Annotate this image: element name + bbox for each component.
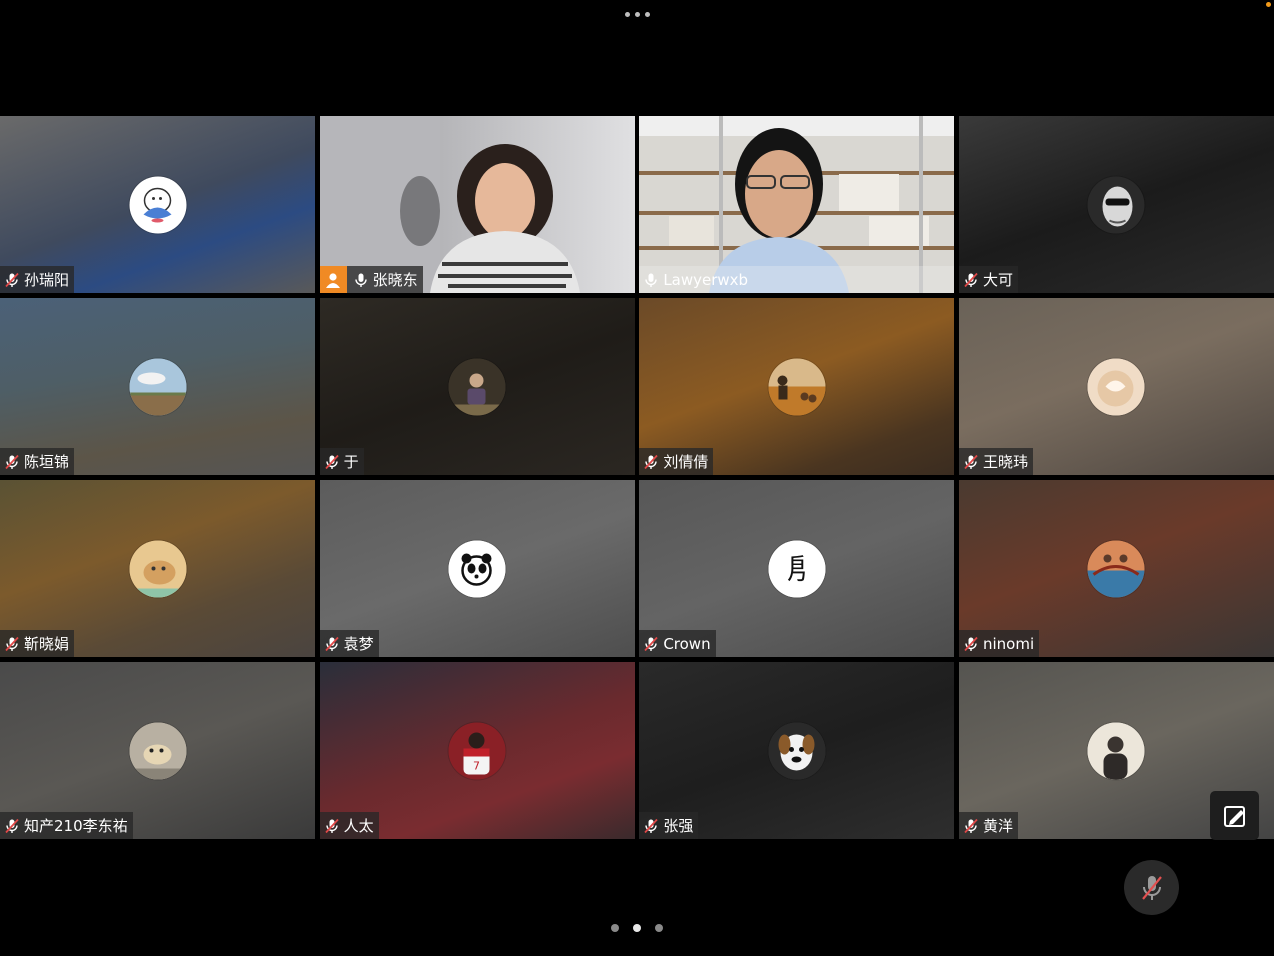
calligraphy-icon: 㐆 (768, 540, 826, 597)
sky-icon (129, 358, 186, 415)
child-icon (448, 358, 506, 415)
more-options-icon[interactable] (622, 8, 652, 20)
participant-tile[interactable]: 㐆 Crown (639, 480, 955, 657)
participant-name: 张晓东 (372, 271, 418, 289)
participant-grid: 孙瑞阳 张晓东 Lawyerwxb 大可陈垣锦 于 刘倩倩 王晓玮靳晓娟 袁梦 㐆 Crown ni… (0, 116, 1274, 839)
participant-name-tag: 大可 (958, 266, 1018, 293)
participant-name-tag: 陈垣锦 (0, 448, 75, 475)
participant-tile[interactable]: 刘倩倩 (639, 298, 955, 475)
mic-muted-icon (324, 454, 340, 470)
edit-icon (1223, 805, 1245, 827)
panda-icon (448, 540, 506, 597)
participant-name: 大可 (982, 271, 1013, 289)
pagination[interactable] (606, 923, 668, 933)
svg-text:㐆: 㐆 (783, 552, 811, 585)
participant-name: 黄洋 (982, 817, 1013, 835)
boxer-dog-icon (768, 722, 826, 779)
participant-tile[interactable]: 王晓玮 (958, 298, 1274, 475)
participant-name-tag: 知产210李东祐 (0, 812, 133, 839)
mic-muted-icon (963, 454, 979, 470)
bridge-icon (1087, 540, 1145, 597)
status-dot (1266, 2, 1271, 7)
page-dot[interactable] (633, 924, 641, 932)
participant-name: 孙瑞阳 (24, 271, 70, 289)
participant-name-tag: 人太 (319, 812, 379, 839)
participant-name-tag: 王晓玮 (958, 448, 1033, 475)
participant-tile[interactable]: 孙瑞阳 (0, 116, 315, 293)
participant-name-tag: 孙瑞阳 (0, 266, 75, 293)
participant-tile[interactable]: 张晓东 (319, 116, 635, 293)
participant-name-tag: 张晓东 (319, 266, 423, 293)
whale-icon (129, 176, 186, 233)
participant-tile[interactable]: 知产210李东祐 (0, 662, 315, 839)
participant-tile[interactable]: 于 (319, 298, 635, 475)
participant-name-tag: 刘倩倩 (639, 448, 714, 475)
mic-muted-icon (963, 636, 979, 652)
user-icon (319, 266, 347, 293)
mic-icon (353, 272, 369, 288)
participant-name-tag: Lawyerwxb (639, 266, 753, 293)
cat-icon (129, 540, 186, 597)
mic-muted-icon (963, 818, 979, 834)
mic-muted-icon (4, 818, 20, 834)
participant-name-tag: 靳晓娟 (0, 630, 75, 657)
footballer-icon: 7 (448, 722, 506, 779)
participant-name-tag: 张强 (639, 812, 699, 839)
participant-name: ninomi (982, 634, 1035, 653)
participant-name: 王晓玮 (982, 453, 1028, 471)
mic-muted-icon (324, 636, 340, 652)
participant-name: Crown (663, 634, 711, 653)
participant-name: 袁梦 (343, 635, 374, 653)
mic-muted-icon (4, 454, 20, 470)
mic-muted-icon (963, 272, 979, 288)
participant-tile[interactable]: 陈垣锦 (0, 298, 315, 475)
participant-name: 于 (343, 453, 359, 471)
participant-name: 靳晓娟 (24, 635, 70, 653)
participant-name: 张强 (663, 817, 694, 835)
participant-name: 人太 (343, 817, 374, 835)
mic-off-icon (1141, 875, 1162, 900)
participant-tile[interactable]: 袁梦 (319, 480, 635, 657)
participant-name: Lawyerwxb (663, 270, 749, 289)
participant-name-tag: ninomi (958, 630, 1040, 657)
participant-name: 陈垣锦 (24, 453, 70, 471)
participant-name-tag: 黄洋 (958, 812, 1018, 839)
face-icon (1087, 176, 1145, 233)
dog-icon (129, 722, 186, 779)
participant-name: 知产210李东祐 (24, 817, 128, 835)
participant-tile[interactable]: ninomi (958, 480, 1274, 657)
participant-name-tag: 于 (319, 448, 364, 475)
beach-icon (768, 358, 826, 415)
mic-muted-icon (643, 818, 659, 834)
participant-tile[interactable]: 靳晓娟 (0, 480, 315, 657)
mic-muted-icon (4, 636, 20, 652)
meeting-screen: 孙瑞阳 张晓东 Lawyerwxb 大可陈垣锦 于 刘倩倩 王晓玮靳晓娟 袁梦 㐆 Crown ni… (0, 0, 1274, 956)
page-dot[interactable] (655, 924, 663, 932)
person-icon (1087, 722, 1145, 779)
participant-tile[interactable]: 7 人太 (319, 662, 635, 839)
edit-button[interactable] (1210, 791, 1259, 840)
participant-tile[interactable]: 张强 (639, 662, 955, 839)
mic-icon (643, 272, 659, 288)
mic-muted-icon (324, 818, 340, 834)
participant-name-tag: 袁梦 (319, 630, 379, 657)
participant-tile[interactable]: Lawyerwxb (639, 116, 955, 293)
mic-muted-icon (643, 636, 659, 652)
mic-muted-icon (4, 272, 20, 288)
participant-name: 刘倩倩 (663, 453, 709, 471)
participant-tile[interactable]: 大可 (958, 116, 1274, 293)
page-dot[interactable] (611, 924, 619, 932)
mute-button[interactable] (1124, 860, 1179, 915)
mic-muted-icon (643, 454, 659, 470)
participant-name-tag: Crown (639, 630, 716, 657)
svg-text:7: 7 (473, 759, 480, 772)
latte-icon (1087, 358, 1145, 415)
